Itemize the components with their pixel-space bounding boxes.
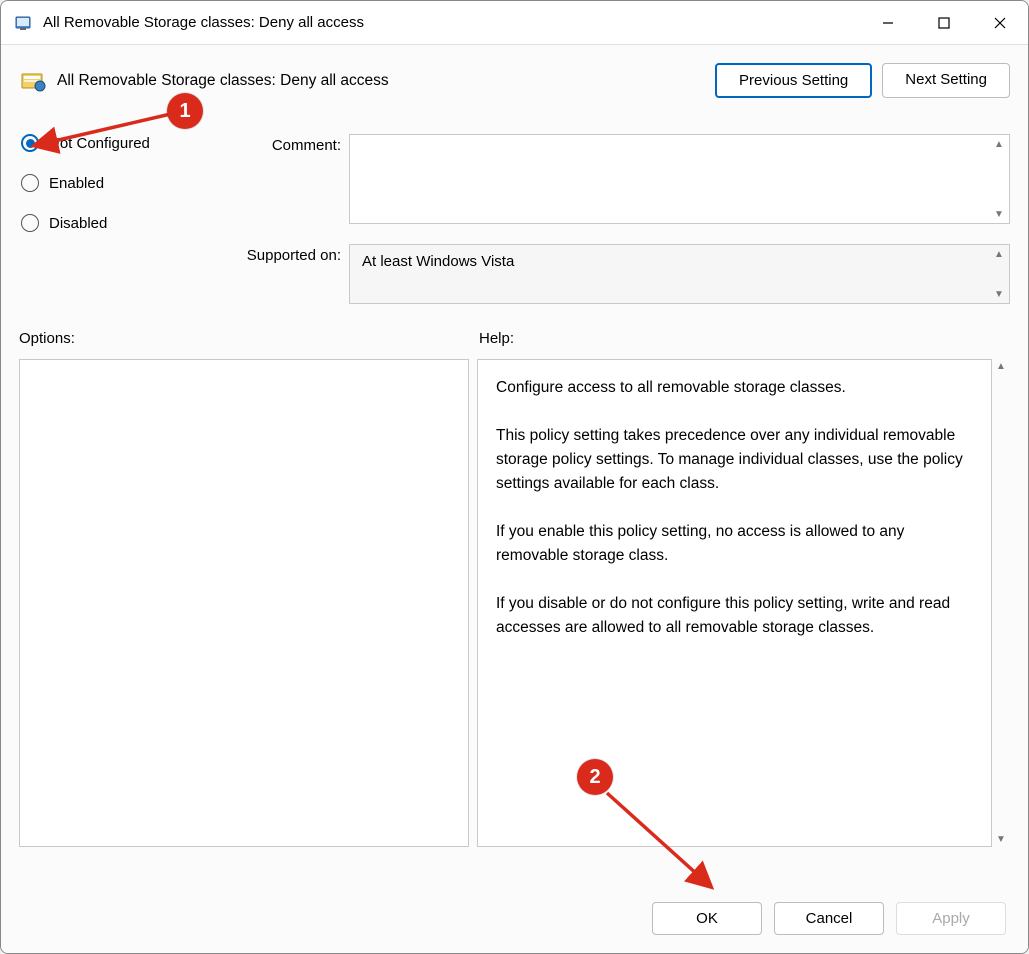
content-area: All Removable Storage classes: Deny all … [1, 45, 1028, 953]
policy-editor-window: All Removable Storage classes: Deny all … [0, 0, 1029, 954]
scroll-down-icon[interactable]: ▼ [996, 834, 1006, 845]
radio-label: Not Configured [49, 135, 150, 152]
help-panel: Configure access to all removable storag… [477, 359, 992, 847]
radio-indicator-icon [21, 134, 39, 152]
maximize-button[interactable] [916, 1, 972, 44]
scroll-up-icon[interactable]: ▲ [996, 361, 1006, 372]
cancel-button[interactable]: Cancel [774, 902, 884, 935]
help-scrollbar[interactable]: ▲ ▼ [992, 359, 1010, 847]
radio-label: Enabled [49, 175, 104, 192]
supported-on-label: Supported on: [219, 244, 349, 304]
minimize-button[interactable] [860, 1, 916, 44]
comment-input[interactable]: ▲ ▼ [349, 134, 1010, 224]
titlebar: All Removable Storage classes: Deny all … [1, 1, 1028, 45]
radio-label: Disabled [49, 215, 107, 232]
radio-disabled[interactable]: Disabled [21, 214, 219, 232]
scroll-up-icon[interactable]: ▲ [991, 247, 1007, 261]
scroll-down-icon[interactable]: ▼ [991, 207, 1007, 221]
previous-setting-button[interactable]: Previous Setting [715, 63, 872, 98]
comment-label: Comment: [219, 134, 349, 224]
setting-icon [19, 67, 47, 95]
radio-not-configured[interactable]: Not Configured [21, 134, 219, 152]
ok-button[interactable]: OK [652, 902, 762, 935]
radio-indicator-icon [21, 214, 39, 232]
apply-button: Apply [896, 902, 1006, 935]
app-icon [15, 14, 33, 32]
scroll-up-icon[interactable]: ▲ [991, 137, 1007, 151]
radio-enabled[interactable]: Enabled [21, 174, 219, 192]
window-title: All Removable Storage classes: Deny all … [43, 14, 860, 31]
supported-on-value: At least Windows Vista [362, 253, 514, 270]
supported-on-box: At least Windows Vista ▲ ▼ [349, 244, 1010, 304]
options-label: Options: [19, 330, 479, 347]
next-setting-button[interactable]: Next Setting [882, 63, 1010, 98]
close-button[interactable] [972, 1, 1028, 44]
radio-indicator-icon [21, 174, 39, 192]
setting-title: All Removable Storage classes: Deny all … [57, 72, 705, 90]
annotation-marker-1: 1 [167, 93, 203, 129]
options-panel [19, 359, 469, 847]
state-radio-group: Not Configured Enabled Disabled [19, 134, 219, 324]
annotation-marker-2: 2 [577, 759, 613, 795]
help-label: Help: [479, 330, 514, 347]
scroll-down-icon[interactable]: ▼ [991, 287, 1007, 301]
